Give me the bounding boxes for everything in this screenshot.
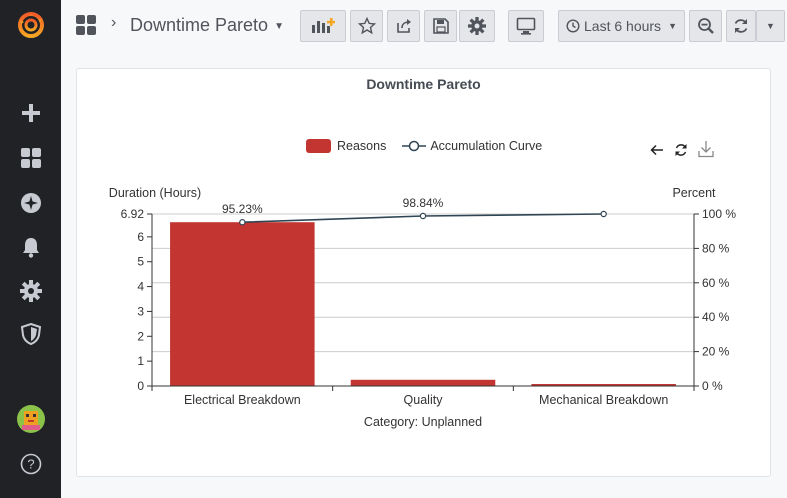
- legend-swatch-reasons[interactable]: [306, 139, 331, 153]
- svg-text:?: ?: [27, 457, 34, 472]
- refresh-button[interactable]: [726, 10, 756, 42]
- chart-panel: Downtime Pareto 0 1 2 3 4 5 6 6.92 0 % 20 % 40 % 60…: [76, 68, 771, 477]
- legend-swatch-accumulation[interactable]: [402, 139, 427, 153]
- y-right-tick-label: 60 %: [702, 276, 730, 290]
- tv-mode-button[interactable]: [508, 10, 544, 42]
- y-left-tick-label: 6: [137, 230, 144, 244]
- bell-icon[interactable]: [16, 232, 46, 262]
- breadcrumb-chevron-icon: ›: [111, 14, 117, 31]
- y-right-tick-label: 40 %: [702, 310, 730, 324]
- dashboard-title[interactable]: Downtime Pareto ▼: [130, 15, 284, 36]
- refresh-caret-icon: ▼: [766, 21, 775, 31]
- help-icon[interactable]: ?: [16, 449, 46, 479]
- settings-button[interactable]: [459, 10, 495, 42]
- y-left-tick-label: 3: [137, 304, 144, 318]
- y-left-tick-label: 1: [137, 354, 144, 368]
- shield-icon[interactable]: [16, 319, 46, 349]
- x-tick-label: Mechanical Breakdown: [539, 393, 668, 407]
- bar-quality: [350, 379, 496, 386]
- bar-electrical-breakdown: [170, 222, 315, 386]
- y-right-tick-label: 0 %: [702, 379, 723, 393]
- x-tick-label: Electrical Breakdown: [184, 393, 301, 407]
- accumulation-point: [600, 210, 607, 218]
- sidebar: ?: [0, 0, 61, 498]
- accumulation-data-label: 95.23%: [222, 202, 263, 216]
- restore-icon[interactable]: [673, 142, 689, 158]
- dashboard-title-text: Downtime Pareto: [130, 15, 269, 35]
- share-icon: [396, 19, 411, 33]
- y-right-tick-label: 80 %: [702, 241, 730, 255]
- dashboards-icon[interactable]: [16, 143, 46, 173]
- y-right-axis-title: Percent: [672, 186, 716, 200]
- caret-down-icon: ▼: [274, 20, 284, 32]
- y-left-axis-title: Duration (Hours): [109, 186, 201, 200]
- y-left-tick-label: 2: [137, 329, 144, 343]
- time-caret-icon: ▼: [668, 21, 677, 31]
- save-icon: [432, 18, 449, 34]
- y-right-tick-label: 20 %: [702, 345, 730, 359]
- compass-icon[interactable]: [16, 188, 46, 218]
- dashboard-grid-icon[interactable]: [75, 14, 97, 36]
- refresh-interval-dropdown[interactable]: ▼: [756, 10, 785, 42]
- add-panel-button[interactable]: [300, 10, 346, 42]
- x-axis-title: Category: Unplanned: [364, 415, 482, 429]
- clock-icon: [566, 19, 580, 33]
- star-button[interactable]: [350, 10, 383, 42]
- back-arrow-icon[interactable]: [649, 142, 665, 158]
- star-icon: [357, 17, 376, 35]
- download-icon[interactable]: [697, 140, 715, 158]
- cog-icon: [468, 17, 486, 35]
- x-tick-label: Quality: [404, 393, 444, 407]
- grafana-logo-icon[interactable]: [16, 10, 46, 40]
- time-range-label: Last 6 hours: [584, 18, 662, 34]
- plus-icon[interactable]: [16, 98, 46, 128]
- legend-label-accumulation[interactable]: Accumulation Curve: [430, 139, 542, 153]
- top-navbar: › Downtime Pareto ▼ Last 6 hours ▼ ▼: [61, 0, 787, 54]
- pareto-chart: 0 1 2 3 4 5 6 6.92 0 % 20 % 40 % 60 % 80 % 100 % Durat…: [109, 186, 737, 429]
- chart-legend: Reasons Accumulation Curve: [306, 139, 542, 153]
- time-range-picker[interactable]: Last 6 hours ▼: [558, 10, 685, 42]
- accumulation-data-label: 98.84%: [403, 196, 444, 210]
- legend-label-reasons[interactable]: Reasons: [337, 139, 386, 153]
- monitor-icon: [516, 17, 536, 35]
- accumulation-point: [239, 219, 246, 226]
- y-left-tick-label: 6.92: [121, 207, 145, 221]
- add-panel-icon: [312, 18, 335, 33]
- gear-icon[interactable]: [16, 276, 46, 306]
- y-left-tick-label: 0: [137, 379, 144, 393]
- zoom-out-icon: [697, 18, 714, 34]
- y-left-tick-label: 5: [137, 255, 144, 269]
- refresh-icon: [734, 19, 748, 33]
- accumulation-point: [419, 212, 427, 220]
- y-left-tick-label: 4: [137, 280, 144, 294]
- zoom-out-button[interactable]: [689, 10, 722, 42]
- save-button[interactable]: [424, 10, 457, 42]
- share-button[interactable]: [387, 10, 420, 42]
- y-right-tick-label: 100 %: [702, 207, 736, 221]
- avatar[interactable]: [16, 404, 46, 434]
